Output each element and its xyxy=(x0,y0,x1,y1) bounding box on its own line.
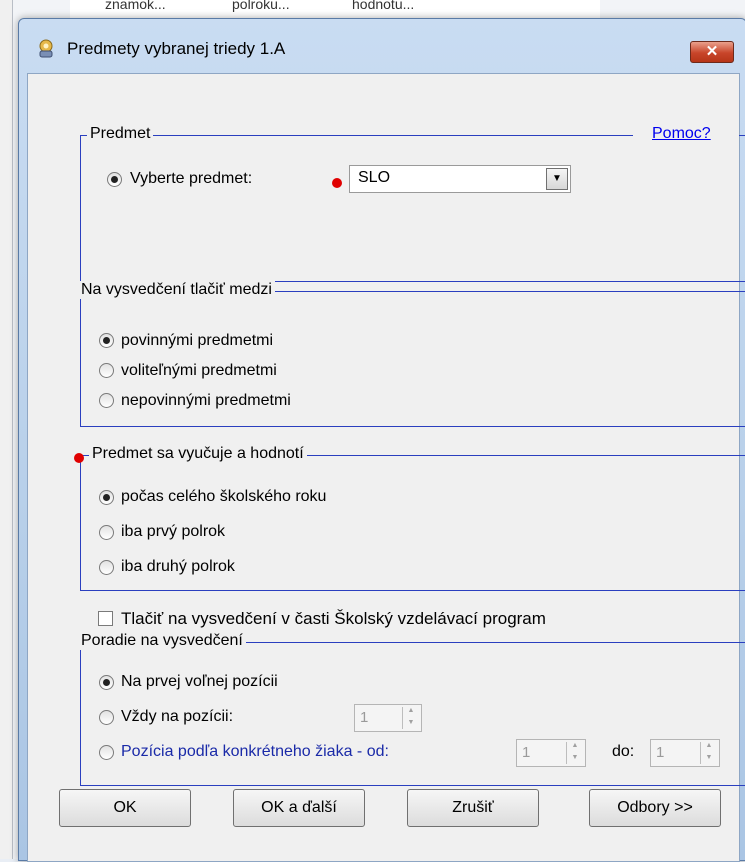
subject-select-value: SLO xyxy=(358,169,391,186)
group-predmet: Predmet xyxy=(80,125,745,282)
ok-next-button[interactable]: OK a ďalší xyxy=(233,789,365,827)
chevron-down-icon[interactable]: ▼ xyxy=(546,168,568,190)
group-predmet-legend: Predmet xyxy=(87,125,154,143)
from-spinner[interactable]: 1 ▲ ▼ xyxy=(516,739,586,767)
position-spinner[interactable]: 1 ▲ ▼ xyxy=(354,704,422,732)
radio-nepovinnymi[interactable] xyxy=(99,393,114,408)
label-povinnymi: povinnými predmetmi xyxy=(121,332,274,349)
label-nepovinnymi: nepovinnými predmetmi xyxy=(121,392,291,409)
subject-select[interactable]: SLO ▼ xyxy=(349,165,571,193)
radio-prvy-polrok[interactable] xyxy=(99,525,114,540)
label-do: do: xyxy=(612,743,635,760)
position-spinner-value: 1 xyxy=(360,709,369,726)
to-spinner-value: 1 xyxy=(656,744,665,761)
close-icon: ✕ xyxy=(705,43,719,60)
dialog-client-area: Predmet Pomoc? Vyberte predmet: SLO ▼ Na… xyxy=(27,73,745,862)
radio-volitelnymi[interactable] xyxy=(99,363,114,378)
bg-col-1: znamok... xyxy=(105,0,166,12)
label-vyberte-predmet: Vyberte predmet: xyxy=(130,170,253,187)
spinner-down-icon[interactable]: ▼ xyxy=(403,718,419,728)
radio-prva-volna[interactable] xyxy=(99,675,114,690)
radio-druhy-polrok[interactable] xyxy=(99,560,114,575)
radio-vyberte-predmet[interactable] xyxy=(107,172,122,187)
label-prva-volna: Na prvej voľnej pozícii xyxy=(121,673,278,690)
spinner-up-icon[interactable]: ▲ xyxy=(567,741,583,751)
label-vzdy-na-pozicii: Vždy na pozícii: xyxy=(121,708,234,725)
window-title: Predmety vybranej triedy 1.A xyxy=(67,39,286,58)
cancel-button[interactable]: Zrušiť xyxy=(407,789,539,827)
radio-vzdy-na-pozicii[interactable] xyxy=(99,710,114,725)
close-button[interactable]: ✕ xyxy=(690,41,734,63)
label-pozicia-ziaka: Pozícia podľa konkrétneho žiaka - od: xyxy=(121,743,389,760)
group-vyucuje-legend: Predmet sa vyučuje a hodnotí xyxy=(89,445,307,463)
from-spinner-value: 1 xyxy=(522,744,531,761)
required-dot-predmet xyxy=(332,178,342,188)
app-icon xyxy=(39,39,53,58)
label-volitelnymi: voliteľnými predmetmi xyxy=(121,362,277,379)
ok-button[interactable]: OK xyxy=(59,789,191,827)
spinner-up-icon[interactable]: ▲ xyxy=(403,706,419,716)
bg-col-3: hodnotu... xyxy=(352,0,415,12)
spinner-down-icon[interactable]: ▼ xyxy=(567,753,583,763)
label-prvy-polrok: iba prvý polrok xyxy=(121,523,226,540)
label-checkbox-svp: Tlačiť na vysvedčení v časti Školský vzd… xyxy=(121,609,546,628)
odbory-button[interactable]: Odbory >> xyxy=(589,789,721,827)
radio-povinnymi[interactable] xyxy=(99,333,114,348)
spinner-down-icon[interactable]: ▼ xyxy=(701,753,717,763)
group-poradie-legend: Poradie na vysvedčení xyxy=(78,632,246,650)
label-cely-rok: počas celého školského roku xyxy=(121,488,327,505)
checkbox-svp[interactable] xyxy=(98,611,113,626)
bg-col-2: polroku... xyxy=(232,0,290,12)
to-spinner[interactable]: 1 ▲ ▼ xyxy=(650,739,720,767)
dialog-window: Predmety vybranej triedy 1.A ✕ Predmet P… xyxy=(18,18,745,862)
group-tlacit-legend: Na vysvedčení tlačiť medzi xyxy=(78,281,275,299)
help-link[interactable]: Pomoc? xyxy=(652,125,711,143)
label-druhy-polrok: iba druhý polrok xyxy=(121,558,235,575)
required-dot-vyucuje xyxy=(74,453,84,463)
spinner-up-icon[interactable]: ▲ xyxy=(701,741,717,751)
radio-pozicia-ziaka[interactable] xyxy=(99,745,114,760)
background-left-panel xyxy=(0,0,13,859)
radio-cely-rok[interactable] xyxy=(99,490,114,505)
title-bar[interactable]: Predmety vybranej triedy 1.A ✕ xyxy=(19,19,745,71)
